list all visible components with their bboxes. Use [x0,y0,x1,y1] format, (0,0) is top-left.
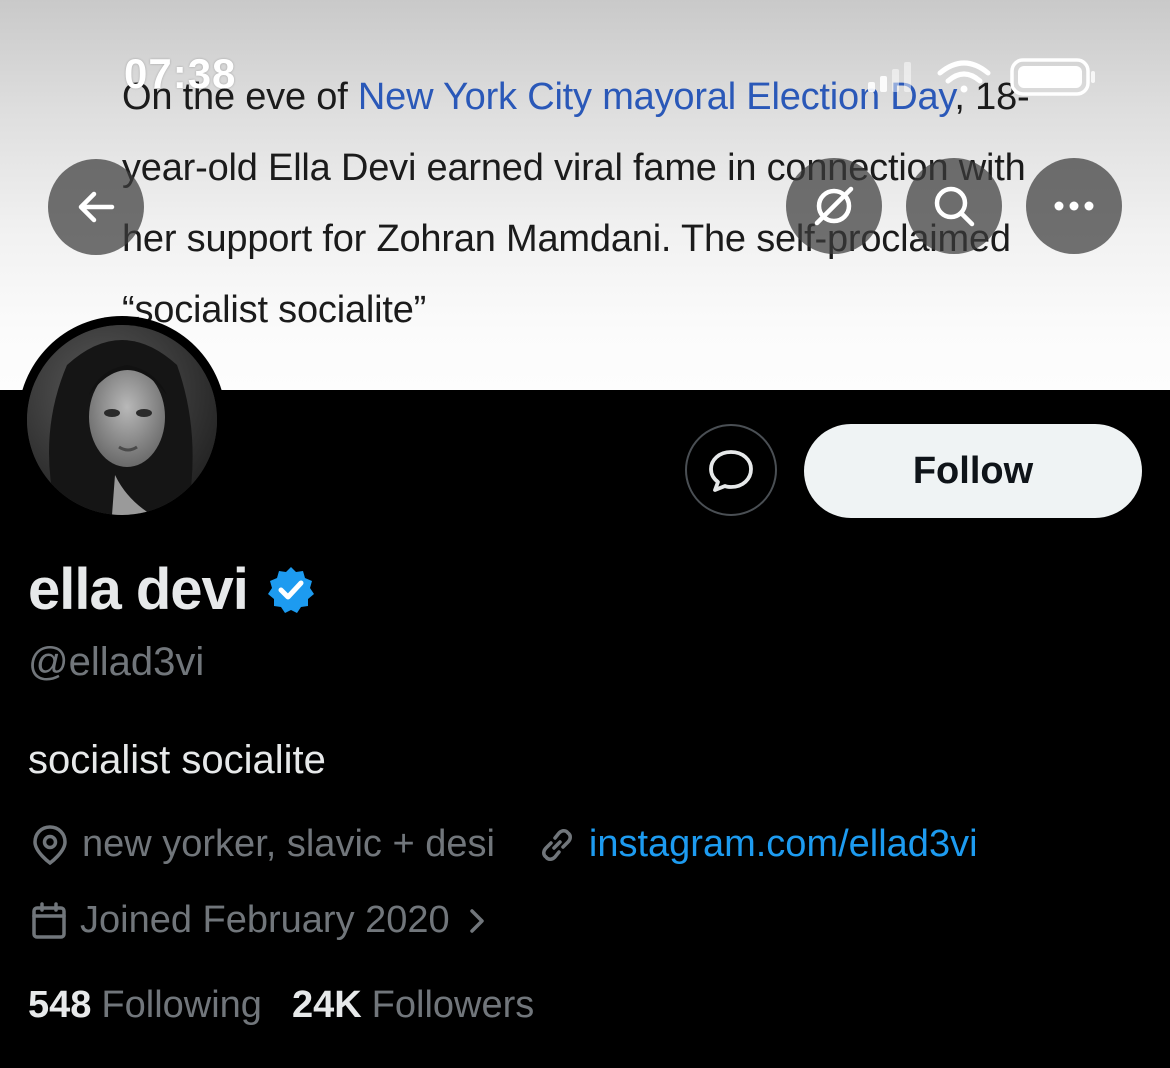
link-icon [541,828,572,861]
following-label: Following [101,984,262,1026]
signal-icon [868,62,911,92]
location-text: new yorker, slavic + desi [82,823,495,865]
search-button[interactable] [906,158,1002,254]
message-bubble-icon [709,450,753,492]
chevron-right-icon [469,908,484,933]
followers-count: 24K [291,984,362,1026]
followers-label: Followers [371,984,535,1026]
verified-badge-icon[interactable] [266,565,316,615]
more-horizontal-icon [1054,201,1094,211]
grok-icon [814,186,854,226]
profile-photo [27,325,217,515]
status-bar-icons [868,58,1095,96]
more-button[interactable] [1026,158,1122,254]
user-handle: @ellad3vi [28,640,205,684]
battery-icon [1010,58,1095,96]
following-stat[interactable]: 548 Following [28,984,262,1027]
search-icon [934,186,975,227]
bio: socialist socialite [28,738,326,782]
following-count: 548 [28,984,92,1026]
calendar-icon [32,901,66,939]
website-link[interactable]: instagram.com/ellad3vi [589,823,978,866]
message-button[interactable] [685,424,777,516]
arrow-left-icon [78,191,115,223]
avatar[interactable] [27,325,217,515]
name-row: ella devi [28,556,316,623]
follow-button[interactable]: Follow [804,424,1142,518]
display-name: ella devi [28,557,249,622]
profile-meta-location-website: new yorker, slavic + desi instagram.com/… [30,823,978,866]
back-button[interactable] [48,159,144,255]
grok-button[interactable] [786,158,882,254]
follow-stats: 548 Following 24K Followers [28,984,534,1027]
followers-stat[interactable]: 24K Followers [292,984,534,1027]
wifi-icon [937,60,991,93]
location-pin-icon [33,824,67,865]
status-bar-time: 07:38 [124,50,237,97]
profile-meta-joined[interactable]: Joined February 2020 [30,899,492,942]
joined-date: Joined February 2020 [80,899,450,941]
